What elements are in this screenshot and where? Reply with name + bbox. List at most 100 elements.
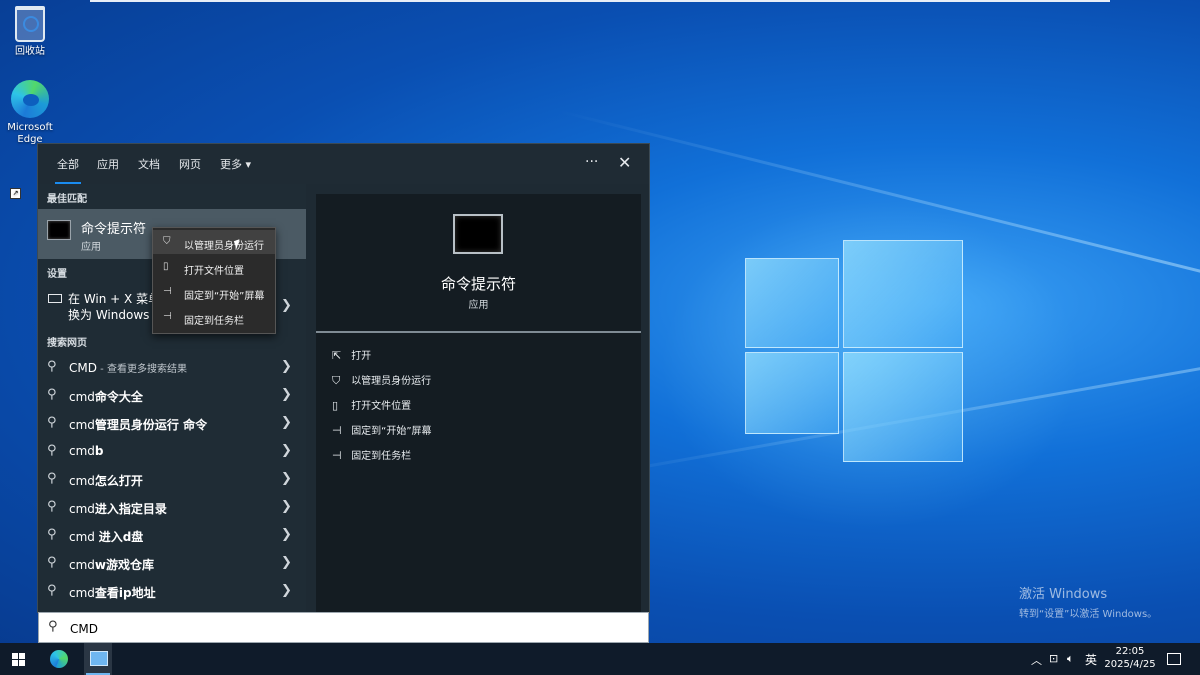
action-open[interactable]: ⇱ 打开: [332, 347, 371, 367]
edge-icon: [11, 80, 49, 118]
action-open-file-location[interactable]: ▯ 打开文件位置: [332, 397, 411, 417]
tab-more[interactable]: 更多 ▾: [220, 156, 251, 172]
web-result-prefix: cmd: [69, 390, 95, 404]
preview-app-type: 应用: [468, 300, 489, 311]
web-result-prefix: cmd: [69, 444, 95, 458]
web-result-bold: w游戏仓库: [94, 558, 154, 572]
ime-indicator[interactable]: 英: [1085, 651, 1097, 668]
pin-icon: ⊣: [163, 286, 172, 297]
open-icon: ⇱: [332, 349, 342, 362]
chevron-up-icon[interactable]: ︿: [1031, 652, 1042, 668]
web-result-item[interactable]: ⚲ cmdw游戏仓库 ❯: [38, 550, 306, 578]
action-label: 以管理员身份运行: [351, 376, 432, 387]
desktop-icon-recycle-bin[interactable]: 回收站: [0, 6, 60, 58]
folder-icon: ▯: [332, 399, 339, 412]
search-icon: ⚲: [47, 583, 57, 598]
start-button[interactable]: [5, 643, 33, 675]
more-dots-icon[interactable]: ···: [585, 154, 598, 170]
web-result-item[interactable]: ⚲ cmd管理员身份运行 命令 ❯: [38, 410, 306, 438]
web-result-bold: 进入指定目录: [94, 502, 167, 516]
preview-divider: [316, 331, 641, 333]
window-edge-strip: [90, 0, 1110, 2]
best-match-name: 命令提示符: [81, 222, 147, 237]
search-box[interactable]: ⚲: [38, 612, 649, 643]
taskbar-edge-button[interactable]: [45, 643, 73, 675]
chevron-right-icon: ❯: [281, 415, 292, 430]
shield-icon: ⛉: [163, 236, 171, 247]
chevron-right-icon: ❯: [281, 583, 292, 598]
chevron-right-icon: ❯: [281, 471, 292, 486]
chevron-right-icon: ❯: [281, 527, 292, 542]
action-label: 固定到“开始”屏幕: [351, 426, 432, 437]
section-web: 搜索网页: [47, 338, 87, 349]
tab-apps[interactable]: 应用: [97, 156, 119, 172]
search-window-icon: [90, 651, 108, 666]
menu-item-label: 固定到任务栏: [184, 316, 244, 327]
web-result-item[interactable]: ⚲ cmd 进入d盘 ❯: [38, 522, 306, 550]
web-result-item[interactable]: ⚲ cmd怎么打开 ❯: [38, 466, 306, 494]
web-result-hint: - 查看更多搜索结果: [96, 364, 187, 375]
pin-icon: ⊣: [332, 449, 342, 462]
search-icon: ⚲: [47, 471, 57, 486]
logo-pane: [745, 258, 839, 348]
activation-watermark: 激活 Windows 转到“设置”以激活 Windows。: [1019, 583, 1157, 620]
menu-item-pin-to-start[interactable]: ⊣ 固定到“开始”屏幕: [153, 280, 275, 304]
network-icon[interactable]: ⊡: [1049, 652, 1058, 665]
menu-item-pin-to-taskbar[interactable]: ⊣ 固定到任务栏: [153, 305, 275, 329]
web-result-bold: 进入d盘: [98, 530, 144, 544]
close-icon[interactable]: ✕: [618, 153, 631, 172]
taskbar: ︿ ⊡ 🔈︎ 英 22:05 2025/4/25: [0, 643, 1200, 675]
windows-logo-icon-part: [12, 660, 18, 666]
chevron-right-icon: ❯: [281, 298, 292, 313]
tab-documents[interactable]: 文档: [138, 156, 160, 172]
desktop-icon-label: Microsoft Edge: [7, 122, 53, 145]
pin-icon: ⊣: [332, 424, 342, 437]
web-result-item[interactable]: ⚲ cmd查看ip地址 ❯: [38, 578, 306, 606]
search-tabs-header: 全部 应用 文档 网页 更多 ▾ ··· ✕: [38, 144, 649, 184]
context-menu: ⛉ 以管理员身份运行 ▯ 打开文件位置 ⊣ 固定到“开始”屏幕 ⊣ 固定到任务栏: [152, 227, 276, 334]
menu-item-label: 固定到“开始”屏幕: [184, 291, 265, 302]
activation-title: 激活 Windows: [1019, 587, 1108, 602]
web-result-bold: 命令大全: [94, 390, 143, 404]
activation-subtitle: 转到“设置”以激活 Windows。: [1019, 609, 1158, 620]
tab-all[interactable]: 全部: [55, 156, 81, 184]
preview-pane: 命令提示符 应用 ⇱ 打开 ⛉ 以管理员身份运行 ▯ 打开文件位置 ⊣ 固定到“…: [316, 194, 641, 612]
tab-web[interactable]: 网页: [179, 156, 201, 172]
taskbar-search-button[interactable]: [84, 643, 112, 675]
clock-time: 22:05: [1115, 646, 1145, 657]
edge-icon: [50, 650, 68, 668]
best-match-type: 应用: [81, 242, 101, 253]
desktop-icon-edge[interactable]: ↗ Microsoft Edge: [0, 80, 60, 199]
notification-icon[interactable]: [1167, 653, 1181, 665]
windows-wallpaper-logo: [745, 240, 965, 462]
tab-more-label: 更多: [220, 158, 242, 171]
chevron-right-icon: ❯: [281, 499, 292, 514]
web-result-item[interactable]: ⚲ cmdb ❯: [38, 438, 306, 466]
web-result-bold: 查看ip地址: [94, 586, 156, 600]
logo-pane: [843, 352, 963, 462]
action-pin-to-taskbar[interactable]: ⊣ 固定到任务栏: [332, 447, 411, 467]
web-result-item[interactable]: ⚲ cmd命令大全 ❯: [38, 382, 306, 410]
menu-item-open-file-location[interactable]: ▯ 打开文件位置: [153, 255, 275, 279]
section-best-match: 最佳匹配: [47, 194, 87, 205]
monitor-icon: [48, 294, 62, 303]
clock[interactable]: 22:05 2025/4/25: [1103, 645, 1157, 671]
action-label: 打开文件位置: [351, 401, 412, 412]
web-result-item[interactable]: ⚲ cmd进入指定目录 ❯: [38, 494, 306, 522]
chevron-right-icon: ❯: [281, 555, 292, 570]
settings-item-line2: 换为 Windows: [68, 308, 150, 322]
menu-item-run-as-admin[interactable]: ⛉ 以管理员身份运行: [153, 230, 275, 254]
web-result-prefix: CMD: [69, 361, 97, 375]
recycle-bin-icon: [15, 6, 45, 42]
web-result-prefix: cmd: [69, 474, 95, 488]
search-icon: ⚲: [47, 499, 57, 514]
search-icon: ⚲: [47, 359, 57, 374]
web-result-bold: 管理员身份运行 命令: [94, 418, 208, 432]
chevron-down-icon: ▾: [245, 158, 252, 171]
volume-icon[interactable]: 🔈︎: [1067, 652, 1074, 666]
action-pin-to-start[interactable]: ⊣ 固定到“开始”屏幕: [332, 422, 432, 442]
search-input[interactable]: [68, 618, 632, 640]
clock-date: 2025/4/25: [1104, 659, 1156, 670]
action-run-as-admin[interactable]: ⛉ 以管理员身份运行: [332, 372, 431, 392]
web-result-item[interactable]: ⚲ CMD - 查看更多搜索结果 ❯: [38, 354, 306, 382]
